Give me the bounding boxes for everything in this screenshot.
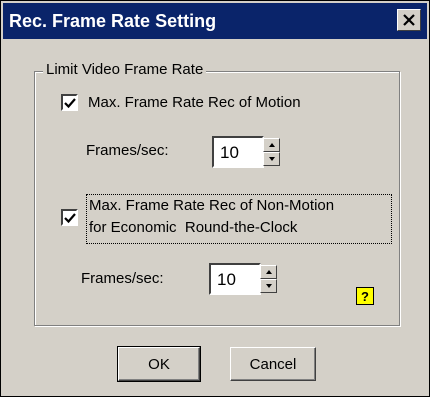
motion-fps-up-button[interactable] — [263, 138, 280, 152]
arrow-down-icon — [265, 284, 272, 288]
non-motion-fps-down-button[interactable] — [260, 279, 277, 293]
help-icon[interactable]: ? — [356, 287, 374, 305]
groupbox-label: Limit Video Frame Rate — [43, 61, 207, 78]
title-bar[interactable]: Rec. Frame Rate Setting — [3, 3, 427, 39]
checkmark-icon — [63, 212, 76, 223]
cancel-button[interactable]: Cancel — [230, 347, 316, 381]
non-motion-fps-input[interactable]: 10 — [209, 263, 261, 295]
non-motion-checkbox-label-line2[interactable]: for Economic Round-the-Clock — [89, 219, 297, 236]
close-icon — [403, 12, 415, 29]
frame-rate-dialog: Rec. Frame Rate Setting Limit Video Fram… — [0, 0, 430, 397]
non-motion-fps-spinner — [260, 265, 277, 293]
checkmark-icon — [63, 97, 76, 108]
close-button[interactable] — [397, 9, 421, 31]
motion-fps-spinner — [263, 138, 280, 166]
arrow-up-icon — [265, 270, 272, 274]
non-motion-checkbox-label-line1[interactable]: Max. Frame Rate Rec of Non-Motion — [89, 197, 334, 214]
non-motion-checkbox[interactable] — [61, 209, 78, 226]
arrow-up-icon — [268, 143, 275, 147]
motion-fps-label: Frames/sec: — [86, 142, 169, 159]
arrow-down-icon — [268, 157, 275, 161]
ok-button[interactable]: OK — [117, 346, 201, 382]
motion-fps-input[interactable]: 10 — [212, 136, 264, 168]
non-motion-fps-up-button[interactable] — [260, 265, 277, 279]
motion-fps-down-button[interactable] — [263, 152, 280, 166]
non-motion-fps-label: Frames/sec: — [81, 270, 164, 287]
motion-checkbox-label[interactable]: Max. Frame Rate Rec of Motion — [88, 94, 301, 111]
motion-checkbox[interactable] — [61, 94, 78, 111]
window-title: Rec. Frame Rate Setting — [9, 11, 217, 31]
